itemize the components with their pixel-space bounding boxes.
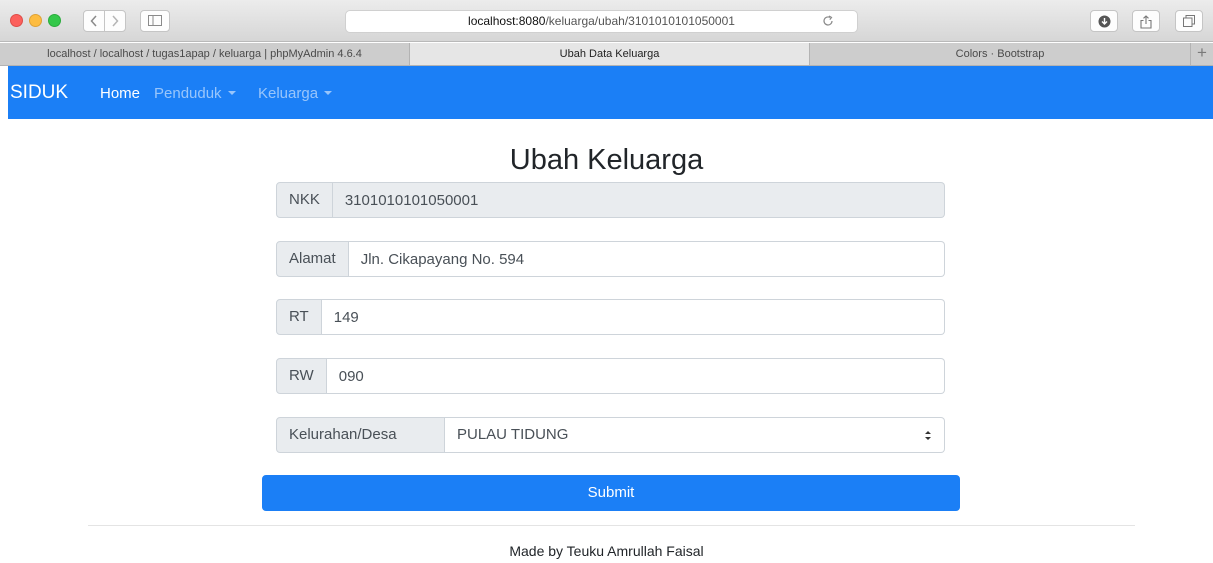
- rt-field[interactable]: [321, 299, 945, 335]
- browser-tab-bar: localhost / localhost / tugas1apap / kel…: [0, 43, 1213, 66]
- navbar: SIDUK Home Penduduk Keluarga: [8, 66, 1213, 119]
- maximize-window-button[interactable]: [48, 14, 61, 27]
- sidebar-toggle-button[interactable]: [140, 10, 170, 32]
- browser-tab[interactable]: localhost / localhost / tugas1apap / kel…: [0, 43, 410, 65]
- select-arrows-icon: [925, 431, 931, 440]
- nkk-input-group: NKK: [276, 182, 945, 218]
- caret-down-icon: [227, 91, 236, 95]
- tab-overview-button[interactable]: [1175, 10, 1203, 32]
- nav-item-penduduk-dropdown[interactable]: Penduduk: [154, 85, 236, 102]
- sidebar-icon: [148, 15, 162, 26]
- close-window-button[interactable]: [10, 14, 23, 27]
- submit-button[interactable]: Submit: [262, 475, 960, 511]
- tabs-overview-icon: [1183, 15, 1195, 27]
- nkk-label: NKK: [276, 182, 333, 218]
- nav-item-home[interactable]: Home: [100, 85, 140, 102]
- kelurahan-select[interactable]: PULAU TIDUNG: [445, 417, 945, 453]
- minimize-window-button[interactable]: [29, 14, 42, 27]
- new-tab-button[interactable]: +: [1191, 43, 1213, 65]
- kelurahan-selected-value: PULAU TIDUNG: [457, 426, 569, 443]
- alamat-input-group: Alamat: [276, 241, 945, 277]
- forward-icon: [112, 15, 119, 27]
- footer-divider: [88, 525, 1135, 526]
- downloads-button[interactable]: [1090, 10, 1118, 32]
- url-host: localhost:8080: [468, 14, 546, 28]
- alamat-label: Alamat: [276, 241, 349, 277]
- rw-input-group: RW: [276, 358, 945, 394]
- share-button[interactable]: [1132, 10, 1160, 32]
- rt-input-group: RT: [276, 299, 945, 335]
- nav-item-label: Keluarga: [258, 85, 319, 102]
- browser-titlebar: localhost:8080/keluarga/ubah/31010101010…: [0, 0, 1213, 42]
- nkk-field: [332, 182, 945, 218]
- browser-tab-active[interactable]: Ubah Data Keluarga: [410, 43, 810, 65]
- kelurahan-label: Kelurahan/Desa: [276, 417, 445, 453]
- forward-button[interactable]: [104, 10, 126, 32]
- rw-field[interactable]: [326, 358, 945, 394]
- nav-item-label: Home: [100, 85, 141, 102]
- rt-label: RT: [276, 299, 322, 335]
- alamat-field[interactable]: [348, 241, 945, 277]
- browser-tab[interactable]: Colors · Bootstrap: [810, 43, 1191, 65]
- address-bar[interactable]: localhost:8080/keluarga/ubah/31010101010…: [345, 10, 858, 33]
- download-icon: [1098, 15, 1110, 28]
- reload-icon[interactable]: [821, 14, 835, 28]
- url-path: /keluarga/ubah/3101010101050001: [545, 14, 735, 28]
- share-icon: [1140, 15, 1152, 29]
- rw-label: RW: [276, 358, 327, 394]
- footer-credit: Made by Teuku Amrullah Faisal: [509, 543, 704, 559]
- kelurahan-input-group: Kelurahan/Desa PULAU TIDUNG: [276, 417, 945, 453]
- nav-item-keluarga-dropdown[interactable]: Keluarga: [258, 85, 333, 102]
- page-title: Ubah Keluarga: [509, 144, 704, 176]
- back-button[interactable]: [83, 10, 105, 32]
- nav-item-label: Penduduk: [154, 85, 222, 102]
- back-icon: [90, 15, 97, 27]
- navbar-brand[interactable]: SIDUK: [10, 83, 68, 103]
- caret-down-icon: [324, 91, 333, 95]
